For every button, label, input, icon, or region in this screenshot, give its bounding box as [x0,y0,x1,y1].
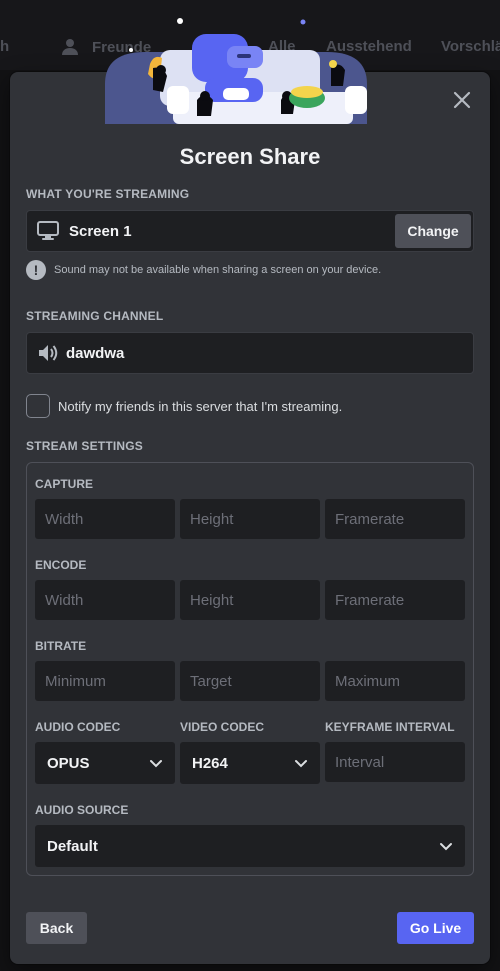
streaming-channel-name: dawdwa [66,344,125,362]
encode-width-input[interactable] [35,580,175,620]
notify-friends-label: Notify my friends in this server that I'… [58,398,343,414]
bg-nav-fragment: h [0,38,10,55]
modal-header-illustration [105,18,367,124]
audio-source-value: Default [47,837,98,855]
bg-nav-suggestions: Vorschlä [441,38,500,55]
capture-label: CAPTURE [35,477,94,491]
screen-share-modal: Screen Share WHAT YOU'RE STREAMING Scree… [10,18,490,964]
audio-codec-value: OPUS [47,754,90,772]
video-codec-label: VIDEO CODEC [180,720,265,734]
close-icon [453,91,471,109]
capture-framerate-input[interactable] [325,499,465,539]
notify-friends-row[interactable]: Notify my friends in this server that I'… [26,394,342,418]
audio-source-label: AUDIO SOURCE [35,803,129,817]
encode-label: ENCODE [35,558,87,572]
keyframe-interval-input[interactable] [325,742,465,782]
encode-framerate-input[interactable] [325,580,465,620]
streaming-channel-label: STREAMING CHANNEL [26,309,164,323]
chevron-down-icon [295,760,307,768]
streaming-source-field: Screen 1 Change [26,210,474,252]
back-button[interactable]: Back [26,912,87,944]
audio-codec-select[interactable]: OPUS [35,742,175,784]
capture-width-input[interactable] [35,499,175,539]
audio-codec-label: AUDIO CODEC [35,720,121,734]
notify-friends-checkbox[interactable] [26,394,50,418]
video-codec-value: H264 [192,754,228,772]
audio-source-select[interactable]: Default [35,825,465,867]
capture-height-input[interactable] [180,499,320,539]
chevron-down-icon [150,760,162,768]
modal-title: Screen Share [179,144,321,169]
warning-icon: ! [26,260,46,280]
bitrate-minimum-input[interactable] [35,661,175,701]
streaming-source-name: Screen 1 [69,222,132,240]
video-codec-select[interactable]: H264 [180,742,320,784]
streaming-channel-field: dawdwa [26,332,474,374]
change-source-button[interactable]: Change [395,214,471,248]
go-live-button[interactable]: Go Live [397,912,474,944]
speaker-icon [39,345,58,361]
bitrate-label: BITRATE [35,639,87,653]
stream-settings-panel: CAPTURE ENCODE BITRATE AUDIO CODEC VIDEO… [26,462,474,876]
sound-notice: ! Sound may not be available when sharin… [26,260,381,280]
stream-settings-label: STREAM SETTINGS [26,439,144,453]
friends-icon [62,39,78,55]
chevron-down-icon [440,843,452,851]
bitrate-target-input[interactable] [180,661,320,701]
close-button[interactable] [450,88,474,112]
bitrate-maximum-input[interactable] [325,661,465,701]
keyframe-interval-label: KEYFRAME INTERVAL [325,720,455,734]
sound-notice-text: Sound may not be available when sharing … [54,264,382,276]
streaming-source-label: WHAT YOU'RE STREAMING [26,187,190,201]
monitor-icon [37,221,59,240]
encode-height-input[interactable] [180,580,320,620]
